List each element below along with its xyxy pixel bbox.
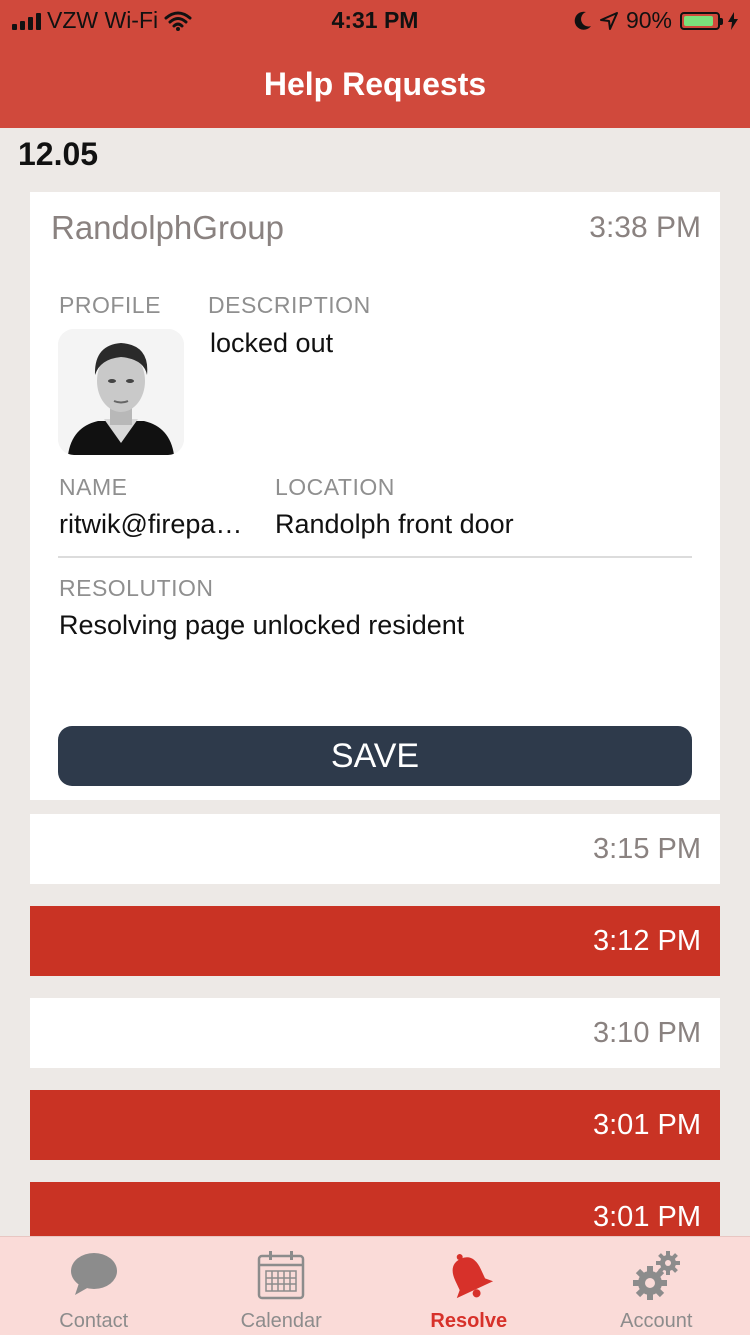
location-value: Randolph front door [275, 509, 514, 540]
chat-bubble-icon [69, 1249, 119, 1299]
location-arrow-icon [600, 12, 618, 30]
tab-calendar-label: Calendar [188, 1310, 376, 1333]
divider [58, 556, 692, 558]
tab-account-label: Account [563, 1310, 750, 1333]
description-value: locked out [210, 328, 333, 359]
status-right: 90% [574, 7, 738, 34]
request-row-time: 3:12 PM [593, 925, 701, 958]
request-row[interactable]: 3:15 PM [30, 814, 720, 884]
name-label: NAME [59, 474, 127, 501]
name-value: ritwik@firepa… [59, 509, 259, 540]
tab-resolve[interactable]: Resolve [375, 1237, 563, 1335]
description-label: DESCRIPTION [208, 292, 371, 319]
tab-calendar[interactable]: Calendar [188, 1237, 376, 1335]
request-row-time: 3:01 PM [593, 1201, 701, 1234]
request-row[interactable]: 3:10 PM [30, 998, 720, 1068]
battery-icon [680, 12, 720, 30]
request-row-time: 3:01 PM [593, 1109, 701, 1142]
save-button[interactable]: SAVE [58, 726, 692, 786]
calendar-icon [256, 1249, 306, 1301]
app-header: VZW Wi-Fi 4:31 PM 90% Help R [0, 0, 750, 128]
bell-icon [443, 1249, 495, 1303]
request-row-time: 3:10 PM [593, 1017, 701, 1050]
battery-fill [684, 16, 713, 26]
tab-contact-label: Contact [0, 1310, 188, 1333]
profile-label: PROFILE [59, 292, 161, 319]
battery-percent: 90% [626, 7, 672, 34]
request-organization: RandolphGroup [51, 209, 284, 247]
location-label: LOCATION [275, 474, 395, 501]
moon-icon [574, 11, 592, 31]
date-section-label: 12.05 [18, 136, 98, 173]
tab-contact[interactable]: Contact [0, 1237, 188, 1335]
request-row-time: 3:15 PM [593, 833, 701, 866]
charging-bolt-icon [728, 12, 738, 30]
tab-resolve-label: Resolve [375, 1310, 563, 1333]
request-row[interactable]: 3:01 PM [30, 1090, 720, 1160]
expanded-request-card[interactable]: RandolphGroup 3:38 PM PROFILE DESCRIPTIO… [30, 192, 720, 800]
request-time: 3:38 PM [589, 211, 701, 245]
status-bar: VZW Wi-Fi 4:31 PM 90% [0, 0, 750, 40]
gear-icon [628, 1249, 684, 1303]
tab-account[interactable]: Account [563, 1237, 750, 1335]
avatar[interactable] [58, 329, 184, 455]
tab-bar: Contact Calendar [0, 1236, 750, 1335]
page-title: Help Requests [0, 66, 750, 103]
resolution-input[interactable]: Resolving page unlocked resident [59, 610, 464, 641]
resolution-label: RESOLUTION [59, 575, 214, 602]
request-row[interactable]: 3:12 PM [30, 906, 720, 976]
